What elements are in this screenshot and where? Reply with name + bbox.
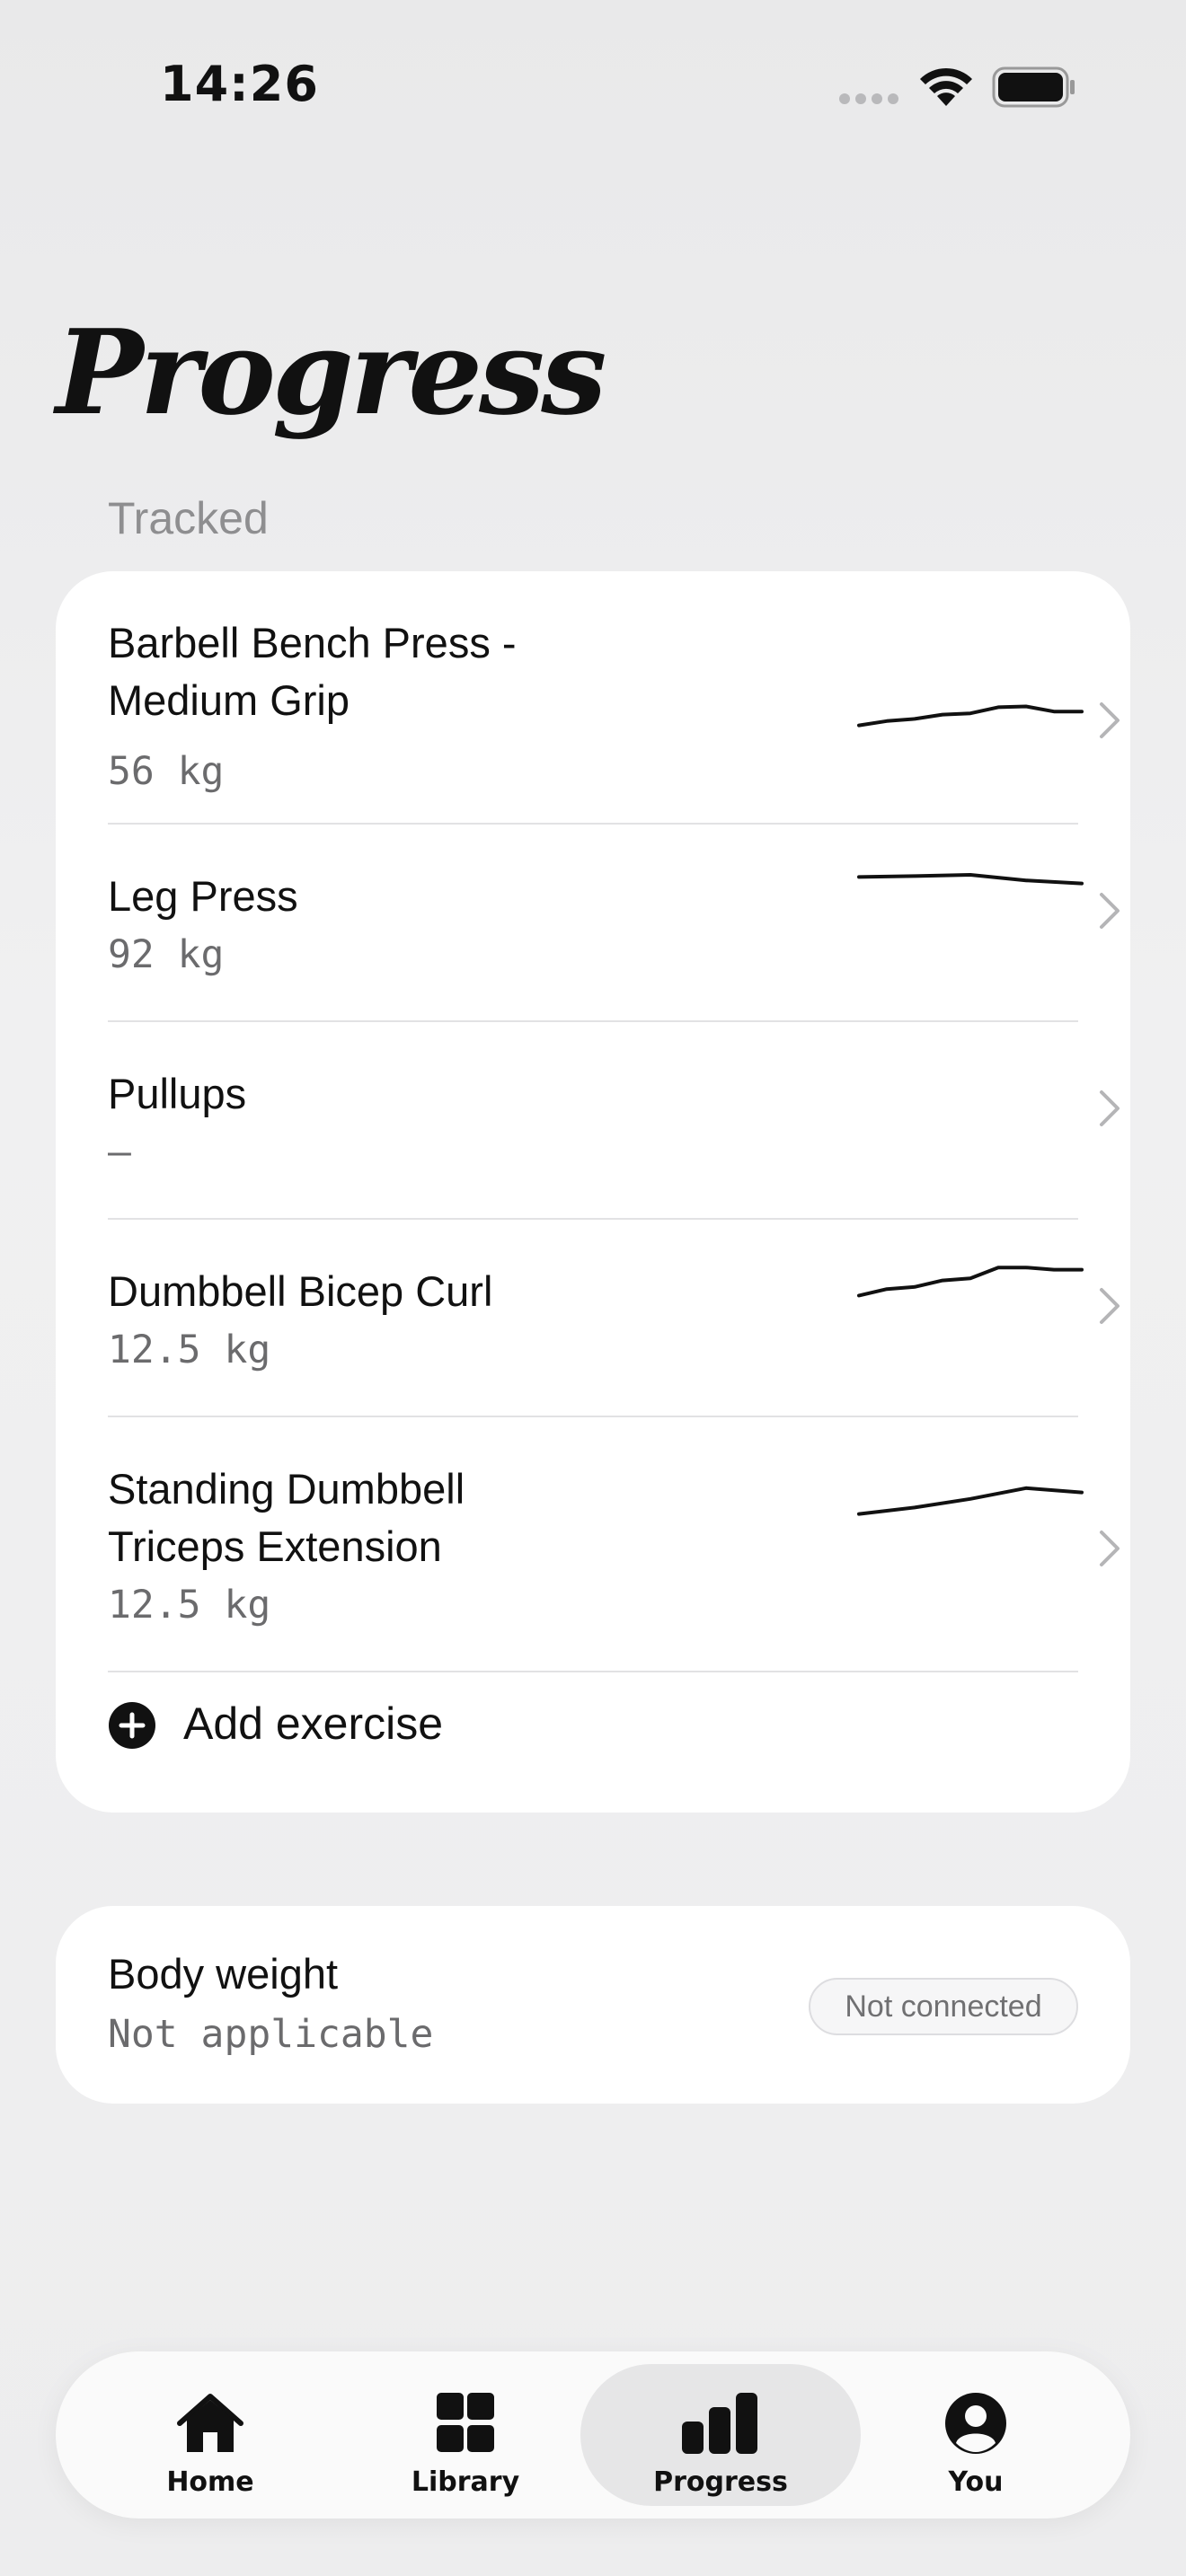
trend-sparkline	[857, 873, 1084, 886]
trend-sparkline	[857, 1266, 1084, 1298]
battery-icon	[992, 66, 1075, 108]
status-badge: Not connected	[809, 1978, 1078, 2035]
exercise-row[interactable]: Standing Dumbbell Triceps Extension 12.5…	[108, 1460, 1132, 1667]
divider	[108, 1020, 1078, 1022]
sparkline-path	[857, 1486, 1084, 1516]
user-icon	[945, 2393, 1006, 2454]
body-weight-value: Not applicable	[108, 2012, 434, 2057]
exercise-value: –	[108, 1130, 131, 1175]
sparkline-path	[857, 873, 1084, 886]
add-exercise-label: Add exercise	[183, 1698, 444, 1749]
plus-circle-icon	[109, 1702, 155, 1749]
tab-bar: Home Library Progress You	[56, 2351, 1130, 2519]
divider	[108, 1671, 1078, 1672]
grid-icon	[437, 2393, 494, 2452]
exercise-row[interactable]: Dumbbell Bicep Curl 12.5 kg	[108, 1263, 1132, 1416]
exercise-row[interactable]: Pullups –	[108, 1065, 1132, 1218]
chevron-right-icon	[1100, 1090, 1120, 1126]
exercise-value: 92 kg	[108, 932, 225, 977]
tab-progress[interactable]: Progress	[580, 2364, 861, 2506]
exercise-name: Standing Dumbbell Triceps Extension	[108, 1465, 465, 1570]
page-title: Progress	[56, 304, 606, 441]
bar-chart-icon	[682, 2393, 757, 2454]
tab-library[interactable]: Library	[325, 2364, 606, 2506]
tab-label: Progress	[653, 2466, 788, 2498]
sparkline-path	[857, 704, 1084, 728]
exercise-row[interactable]: Leg Press 92 kg	[108, 868, 1132, 1020]
tracked-exercises-card: Barbell Bench Press - Medium Grip 56 kg …	[56, 571, 1130, 1813]
section-label-tracked: Tracked	[108, 493, 269, 543]
chevron-right-icon	[1100, 702, 1120, 738]
exercise-value: 12.5 kg	[108, 1583, 271, 1628]
trend-sparkline	[857, 704, 1084, 728]
divider	[108, 823, 1078, 825]
tab-home[interactable]: Home	[70, 2364, 350, 2506]
body-weight-title: Body weight	[108, 1950, 339, 1998]
exercise-value: 56 kg	[108, 749, 225, 794]
exercise-name: Barbell Bench Press - Medium Grip	[108, 619, 517, 724]
exercise-name: Pullups	[108, 1070, 247, 1117]
body-weight-card[interactable]: Body weight Not applicable Not connected	[56, 1906, 1130, 2104]
exercise-row[interactable]: Barbell Bench Press - Medium Grip 56 kg	[108, 614, 1132, 821]
divider	[108, 1416, 1078, 1417]
tab-label: You	[948, 2466, 1004, 2498]
trend-sparkline	[857, 1486, 1084, 1516]
status-time: 14:26	[160, 56, 319, 112]
chevron-right-icon	[1100, 893, 1120, 929]
wifi-icon	[920, 67, 972, 106]
exercise-value: 12.5 kg	[108, 1328, 271, 1372]
sparkline-path	[857, 1266, 1084, 1298]
status-bar: 14:26	[0, 0, 1186, 180]
tab-label: Home	[166, 2466, 254, 2498]
divider	[108, 1218, 1078, 1220]
cellular-signal-icon	[839, 93, 898, 104]
tab-you[interactable]: You	[836, 2364, 1116, 2506]
chevron-right-icon	[1100, 1531, 1120, 1566]
exercise-name: Dumbbell Bicep Curl	[108, 1267, 493, 1315]
home-icon	[177, 2394, 243, 2452]
exercise-name: Leg Press	[108, 872, 298, 920]
chevron-right-icon	[1100, 1288, 1120, 1324]
tab-label: Library	[411, 2466, 520, 2498]
add-exercise-button[interactable]: Add exercise	[108, 1685, 647, 1766]
